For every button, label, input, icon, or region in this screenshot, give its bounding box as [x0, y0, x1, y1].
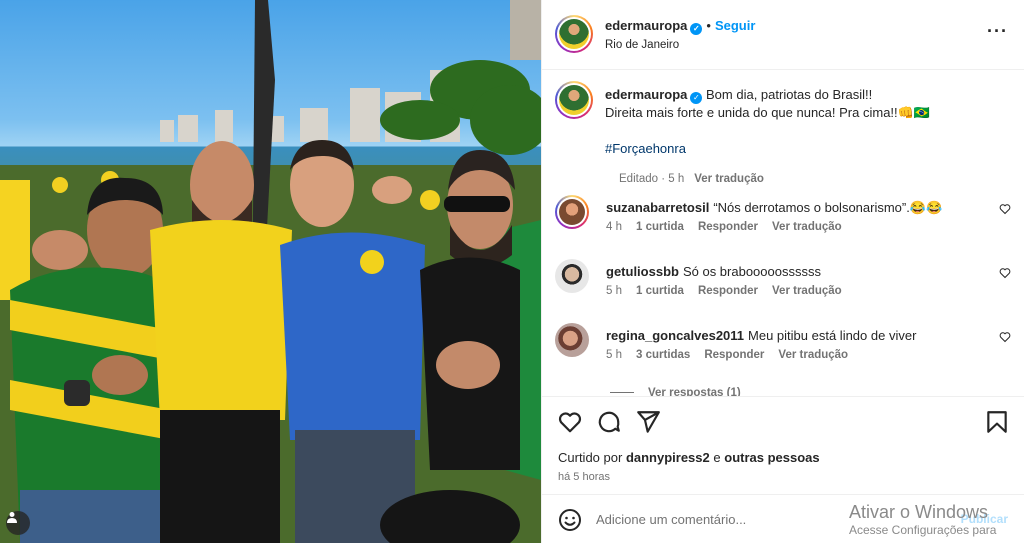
comment-likes[interactable]: 3 curtidas [636, 349, 690, 361]
post-actions: Curtido por dannypiress2 e outras pessoa… [542, 396, 1024, 496]
post-time[interactable]: há 5 horas [558, 471, 610, 483]
emoji-icon[interactable] [558, 508, 582, 532]
caption-avatar[interactable] [555, 81, 593, 119]
caption-text: edermauropa ✓ Bom dia, patriotas do Brasi… [605, 86, 1005, 158]
comment-avatar[interactable] [555, 259, 589, 293]
comments-section[interactable]: edermauropa ✓ Bom dia, patriotas do Brasi… [542, 70, 1024, 396]
comment-meta: 5 h 3 curtidas Responder Ver tradução [606, 349, 862, 361]
publish-button[interactable]: Publicar [961, 512, 1008, 526]
comment-time: 5 h [606, 349, 622, 361]
follow-button[interactable]: Seguir [715, 18, 755, 33]
comment-username[interactable]: suzanabarretosil [606, 200, 709, 215]
caption-meta: Editado · 5 h Ver tradução [619, 173, 764, 185]
comment-username[interactable]: getuliossbb [606, 264, 679, 279]
likes-prefix: Curtido por [558, 450, 623, 465]
comment-heart-icon[interactable] [999, 203, 1011, 215]
bookmark-icon[interactable] [984, 409, 1010, 435]
comment-likes[interactable]: 1 curtida [636, 221, 684, 233]
heart-icon[interactable] [557, 409, 583, 435]
comment-time: 4 h [606, 221, 622, 233]
comment-avatar[interactable] [555, 195, 589, 229]
caption-username[interactable]: edermauropa [605, 87, 687, 102]
comment-likes[interactable]: 1 curtida [636, 285, 684, 297]
comment-input[interactable] [596, 507, 896, 531]
post-header: edermauropa ✓ • Seguir Rio de Janeiro ··· [542, 0, 1024, 70]
post-location[interactable]: Rio de Janeiro [605, 39, 679, 51]
translate-link[interactable]: Ver tradução [778, 349, 848, 361]
comment-text: getuliossbb Só os brabooooossssss [606, 263, 986, 280]
comment-icon[interactable] [596, 409, 622, 435]
author-avatar[interactable] [555, 15, 593, 53]
reply-button[interactable]: Responder [698, 221, 758, 233]
comment-time: 5 h [606, 285, 622, 297]
likes-summary: Curtido por dannypiress2 e outras pessoa… [558, 450, 820, 465]
view-replies-link[interactable]: Ver respostas (1) [610, 387, 741, 396]
likes-user[interactable]: dannypiress2 [626, 450, 710, 465]
verified-badge-icon: ✓ [690, 92, 703, 104]
comment-text: suzanabarretosil “Nós derrotamos o bolson… [606, 199, 986, 216]
comment-meta: 4 h 1 curtida Responder Ver tradução [606, 221, 856, 233]
comment-heart-icon[interactable] [999, 331, 1011, 343]
caption-edited: Editado · 5 h [619, 173, 685, 185]
comment-body: “Nós derrotamos o bolsonarismo”.😂😂 [713, 200, 943, 215]
post-side-panel: edermauropa ✓ • Seguir Rio de Janeiro ··· e… [541, 0, 1024, 543]
replies-divider [610, 392, 634, 394]
caption-translate-link[interactable]: Ver tradução [694, 173, 764, 185]
translate-link[interactable]: Ver tradução [772, 285, 842, 297]
post-photo[interactable] [0, 0, 541, 543]
author-line: edermauropa ✓ • Seguir [605, 18, 755, 35]
add-comment-bar: Publicar [542, 494, 1024, 543]
caption-hashtag[interactable]: #Forçaehonra [605, 140, 1005, 158]
comment-heart-icon[interactable] [999, 267, 1011, 279]
reply-button[interactable]: Responder [704, 349, 764, 361]
verified-badge-icon: ✓ [690, 23, 703, 35]
share-icon[interactable] [635, 409, 661, 435]
likes-middle: e [713, 450, 721, 465]
separator-dot: • [706, 18, 711, 33]
author-username[interactable]: edermauropa [605, 18, 687, 33]
caption-line-2: Direita mais forte e unida do que nunca!… [605, 105, 931, 120]
translate-link[interactable]: Ver tradução [772, 221, 842, 233]
likes-others[interactable]: outras pessoas [724, 450, 819, 465]
comment-meta: 5 h 1 curtida Responder Ver tradução [606, 285, 856, 297]
comment-body: Meu pitibu está lindo de viver [748, 328, 917, 343]
photo-illustration [0, 0, 541, 543]
more-options-icon[interactable]: ··· [987, 22, 1008, 40]
view-replies-label: Ver respostas (1) [648, 387, 741, 396]
caption-line-1: Bom dia, patriotas do Brasil!! [706, 87, 873, 102]
reply-button[interactable]: Responder [698, 285, 758, 297]
comment-text: regina_goncalves2011 Meu pitibu está lind… [606, 327, 986, 344]
comment-avatar[interactable] [555, 323, 589, 357]
tagged-users-icon[interactable] [6, 511, 30, 535]
comment-username[interactable]: regina_goncalves2011 [606, 328, 744, 343]
comment-body: Só os brabooooossssss [682, 264, 821, 279]
